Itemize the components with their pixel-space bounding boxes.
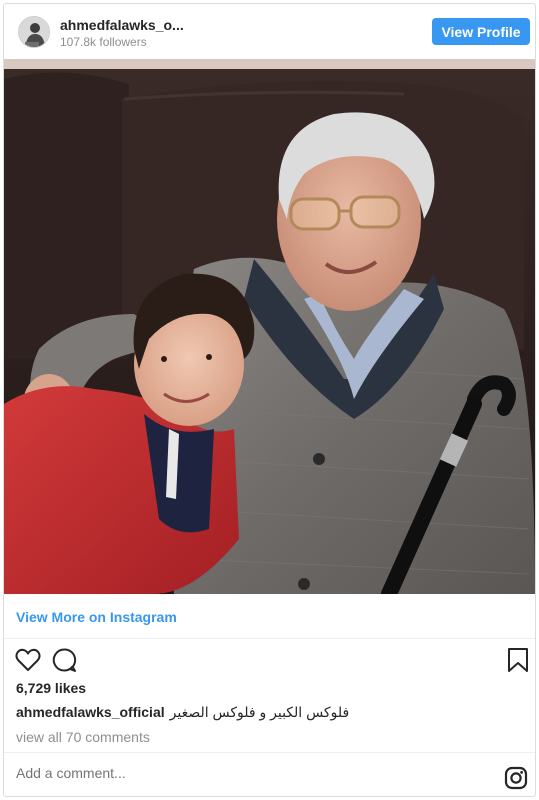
action-bar	[4, 642, 535, 678]
view-comments-link[interactable]: view all 70 comments	[16, 729, 150, 745]
caption-text: فلوكس الكبير و فلوكس الصغير	[169, 704, 350, 720]
like-count[interactable]: 6,729 likes	[16, 680, 86, 696]
caption: ahmedfalawks_official فلوكس الكبير و فلوك…	[16, 704, 521, 721]
post-header: ahmedfalawks_o... 107.8k followers View …	[4, 4, 535, 59]
view-profile-button[interactable]: View Profile	[432, 18, 530, 45]
view-more-bar: View More on Instagram	[4, 594, 535, 639]
instagram-embed-card: ahmedfalawks_o... 107.8k followers View …	[3, 3, 536, 797]
follower-count: 107.8k followers	[60, 35, 147, 49]
bookmark-icon[interactable]	[504, 646, 532, 674]
username[interactable]: ahmedfalawks_o...	[60, 17, 184, 33]
comment-bar	[4, 752, 535, 796]
caption-username[interactable]: ahmedfalawks_official	[16, 704, 165, 720]
heart-icon[interactable]	[14, 646, 42, 674]
view-more-link[interactable]: View More on Instagram	[16, 609, 177, 625]
comment-input[interactable]	[16, 765, 416, 781]
instagram-icon[interactable]	[504, 766, 528, 790]
post-photo[interactable]	[4, 59, 535, 594]
avatar[interactable]	[18, 16, 50, 48]
comment-icon[interactable]	[50, 646, 78, 674]
